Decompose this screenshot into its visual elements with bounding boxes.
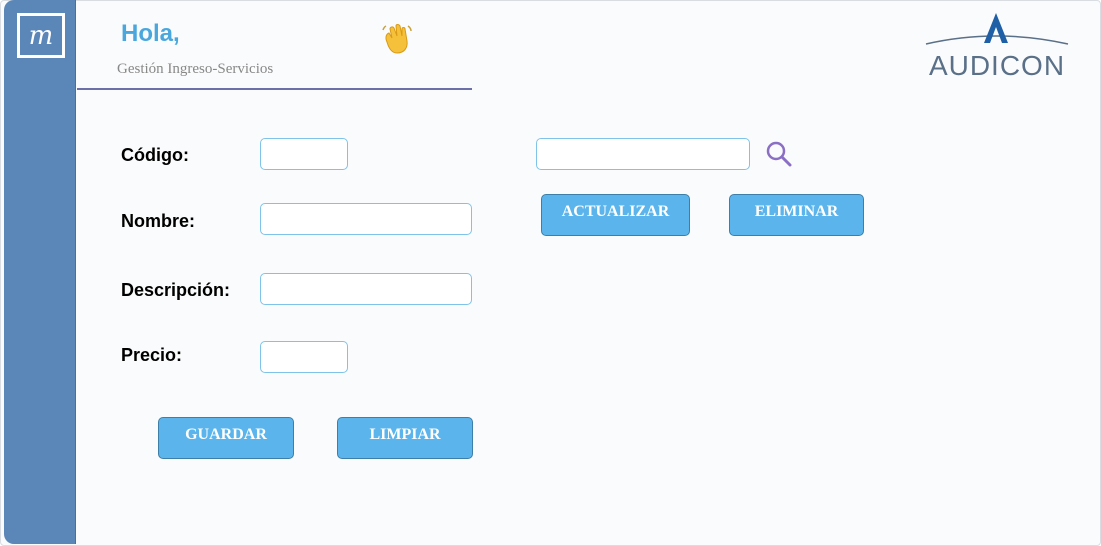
header-divider — [77, 88, 472, 90]
nombre-input[interactable] — [260, 203, 472, 235]
search-icon[interactable] — [764, 139, 794, 169]
greeting-title: Hola, — [121, 20, 180, 47]
page-subtitle: Gestión Ingreso-Servicios — [117, 61, 274, 77]
descripcion-input[interactable] — [260, 273, 472, 305]
precio-label: Precio: — [121, 345, 183, 365]
eliminar-button[interactable]: ELIMINAR — [729, 194, 864, 236]
nombre-label: Nombre: — [121, 211, 196, 231]
actualizar-button[interactable]: ACTUALIZAR — [541, 194, 690, 236]
precio-input[interactable] — [260, 341, 348, 373]
app-logo-letter: m — [28, 20, 54, 51]
brand-name: AUDICON — [928, 50, 1066, 81]
search-input[interactable] — [536, 138, 750, 170]
codigo-input[interactable] — [260, 138, 348, 170]
guardar-label: GUARDAR — [185, 426, 267, 443]
actualizar-label: ACTUALIZAR — [561, 203, 670, 220]
sidebar: m — [4, 0, 76, 544]
guardar-button[interactable]: GUARDAR — [158, 417, 294, 459]
descripcion-label: Descripción: — [121, 280, 231, 300]
waving-hand-icon — [382, 24, 412, 54]
codigo-label: Código: — [121, 145, 189, 165]
app-logo[interactable]: m — [17, 13, 65, 58]
limpiar-button[interactable]: LIMPIAR — [337, 417, 473, 459]
limpiar-label: LIMPIAR — [369, 426, 441, 443]
eliminar-label: ELIMINAR — [754, 203, 839, 220]
